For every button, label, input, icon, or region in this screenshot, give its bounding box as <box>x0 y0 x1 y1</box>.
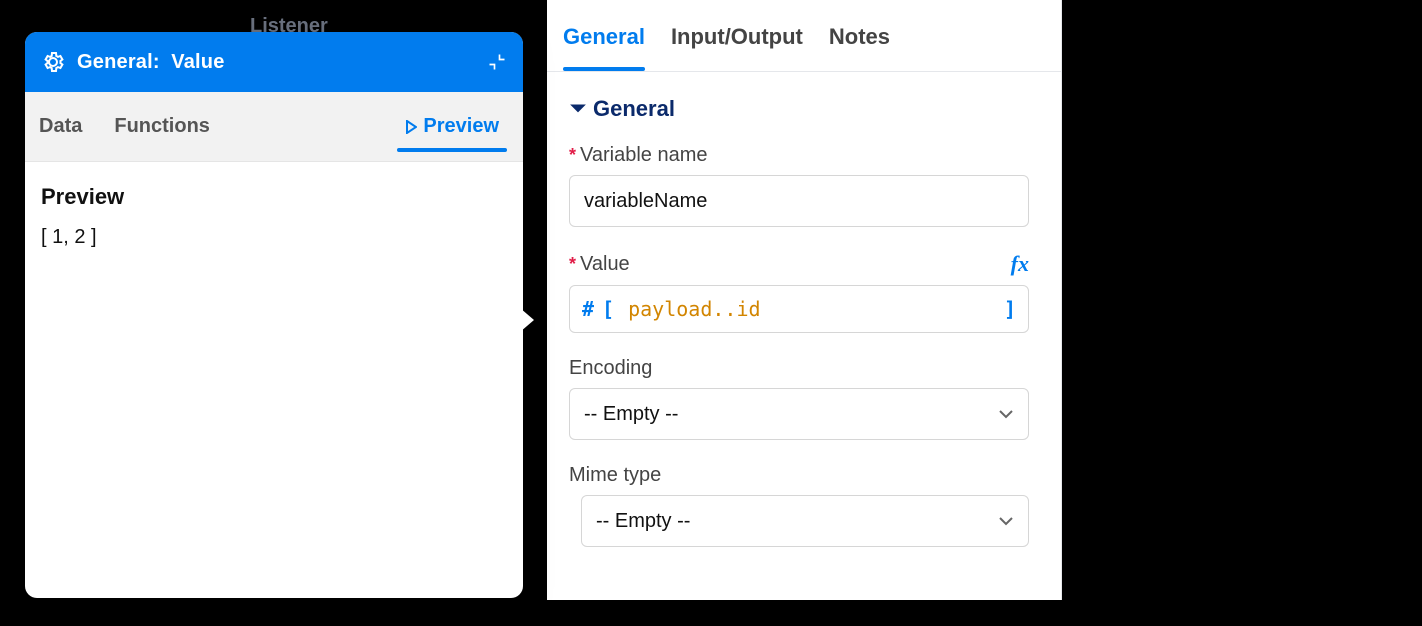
tab-notes[interactable]: Notes <box>829 24 890 70</box>
form-tabs: General Input/Output Notes <box>547 0 1061 72</box>
required-marker: * <box>569 254 576 275</box>
tab-general[interactable]: General <box>563 24 645 70</box>
expr-hash: # <box>582 297 594 321</box>
preview-heading: Preview <box>41 184 507 210</box>
preview-value: [ 1, 2 ] <box>41 226 507 249</box>
select-encoding[interactable]: -- Empty -- <box>569 388 1029 440</box>
popover-tab-preview[interactable]: Preview <box>391 92 513 162</box>
select-mime-value: -- Empty -- <box>596 510 690 533</box>
popover-body: Preview [ 1, 2 ] <box>25 162 523 271</box>
tab-input-output[interactable]: Input/Output <box>671 24 803 70</box>
popover-header: General: Value <box>25 32 523 92</box>
field-encoding: Encoding -- Empty -- <box>569 357 1029 440</box>
label-encoding: Encoding <box>569 357 1029 380</box>
select-encoding-value: -- Empty -- <box>584 403 678 426</box>
field-value: * Value fx # [ payload..id ] <box>569 251 1029 333</box>
required-marker: * <box>569 145 576 166</box>
select-mime-type[interactable]: -- Empty -- <box>581 495 1029 547</box>
input-variable-name[interactable] <box>569 175 1029 227</box>
popover-tabs: Data Functions Preview <box>25 92 523 162</box>
expr-close-bracket: ] <box>1004 297 1016 321</box>
popover-pointer <box>520 308 534 332</box>
field-mime-type: Mime type -- Empty -- <box>569 464 1029 547</box>
expr-body: payload..id <box>622 297 996 321</box>
label-value: Value <box>580 253 1011 276</box>
input-value-expression[interactable]: # [ payload..id ] <box>569 285 1029 333</box>
section-title: General <box>593 96 675 122</box>
popover-tab-functions[interactable]: Functions <box>100 92 224 162</box>
expression-popover: General: Value Data Functions Preview Pr… <box>25 32 523 598</box>
chevron-down-icon <box>569 100 587 118</box>
fx-toggle-button[interactable]: fx <box>1011 251 1029 277</box>
section-toggle-general[interactable]: General <box>569 96 1029 122</box>
label-variable-name: Variable name <box>580 144 1029 167</box>
collapse-icon[interactable] <box>487 52 507 72</box>
expr-open-bracket: [ <box>602 297 614 321</box>
gear-edit-icon <box>41 50 65 74</box>
label-mime-type: Mime type <box>569 464 1029 487</box>
play-icon <box>405 120 417 134</box>
chevron-down-icon <box>998 513 1014 529</box>
properties-form-panel: General Input/Output Notes General * Var… <box>547 0 1062 600</box>
field-variable-name: * Variable name <box>569 144 1029 227</box>
chevron-down-icon <box>998 406 1014 422</box>
popover-tab-data[interactable]: Data <box>25 92 96 162</box>
popover-title: General: Value <box>77 51 475 74</box>
